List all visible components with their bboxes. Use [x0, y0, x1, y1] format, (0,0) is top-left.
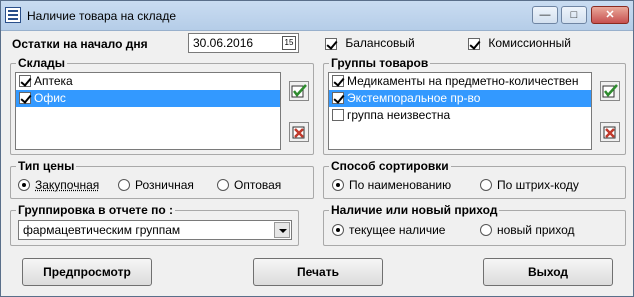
commission-checkbox-label: Комиссионный [488, 36, 571, 50]
list-window-icon [5, 7, 21, 23]
availability-option-current[interactable]: текущее наличие [332, 223, 445, 237]
list-item-label: Аптека [34, 74, 73, 88]
check-all-icon [291, 84, 307, 98]
list-item-label: группа неизвестна [347, 108, 451, 122]
radio-button[interactable] [217, 178, 229, 191]
commission-checkbox[interactable]: Комиссионный [468, 36, 571, 50]
product-groups-list[interactable]: Медикаменты на предметно-количествен Экс… [328, 72, 592, 150]
select-all-warehouses-button[interactable] [289, 81, 309, 101]
radio-button[interactable] [18, 178, 30, 191]
commission-checkbox-box[interactable] [468, 37, 480, 50]
radio-button[interactable] [332, 178, 344, 191]
list-item-label: Экстемпоральное пр-во [347, 91, 481, 105]
warehouses-group-title: Склады [16, 56, 67, 70]
radio-label: текущее наличие [349, 223, 446, 237]
grouping-select[interactable]: фармацевтическим группам [18, 220, 292, 240]
minimize-button[interactable]: — [532, 6, 558, 24]
list-item-label: Медикаменты на предметно-количествен [347, 74, 579, 88]
product-groups-group-title: Группы товаров [329, 56, 431, 70]
close-button[interactable]: ✕ [591, 6, 629, 24]
select-all-groups-button[interactable] [600, 81, 620, 101]
calendar-icon[interactable]: 15 [282, 36, 296, 50]
exit-button[interactable]: Выход [483, 258, 613, 286]
list-item[interactable]: Медикаменты на предметно-количествен [329, 73, 591, 90]
radio-label: По наименованию [349, 178, 452, 192]
warehouses-list[interactable]: Аптека Офис [15, 72, 281, 150]
list-item[interactable]: Аптека [16, 73, 280, 90]
list-item-checkbox[interactable] [332, 108, 344, 121]
window-title: Наличие товара на складе [27, 9, 177, 23]
price-type-group-title: Тип цены [16, 159, 77, 173]
clear-all-groups-button[interactable] [600, 122, 620, 142]
start-date-label: Остатки на начало дня [12, 37, 148, 51]
price-option-purchase[interactable]: Закупочная [18, 178, 99, 192]
radio-button[interactable] [118, 178, 130, 191]
title-bar[interactable]: Наличие товара на складе — □ ✕ [1, 1, 633, 31]
radio-label: новый приход [497, 223, 575, 237]
list-item[interactable]: Экстемпоральное пр-во [329, 90, 591, 107]
start-date-value: 30.06.2016 [193, 36, 254, 50]
report-dialog-window: Наличие товара на складе — □ ✕ Остатки н… [0, 0, 634, 297]
clear-all-warehouses-button[interactable] [289, 122, 309, 142]
radio-label: Оптовая [234, 178, 282, 192]
uncheck-all-icon [603, 126, 616, 139]
list-item[interactable]: группа неизвестна [329, 107, 591, 124]
price-option-retail[interactable]: Розничная [118, 178, 194, 192]
sort-option-barcode[interactable]: По штрих-коду [480, 178, 579, 192]
grouping-select-value: фармацевтическим группам [23, 223, 181, 237]
list-item[interactable]: Офис [16, 90, 280, 107]
preview-button[interactable]: Предпросмотр [22, 258, 152, 286]
radio-label: Закупочная [35, 178, 100, 192]
price-option-wholesale[interactable]: Оптовая [217, 178, 281, 192]
balance-checkbox-label: Балансовый [345, 36, 415, 50]
availability-option-new[interactable]: новый приход [480, 223, 575, 237]
maximize-button[interactable]: □ [561, 6, 587, 24]
print-button[interactable]: Печать [253, 258, 383, 286]
availability-group-title: Наличие или новый приход [329, 203, 500, 217]
grouping-group-title: Группировка в отчете по : [16, 203, 176, 217]
sort-method-group-title: Способ сортировки [329, 159, 451, 173]
sort-option-name[interactable]: По наименованию [332, 178, 451, 192]
radio-button[interactable] [480, 178, 492, 191]
radio-label: По штрих-коду [497, 178, 579, 192]
list-item-checkbox[interactable] [19, 91, 31, 104]
radio-label: Розничная [135, 178, 194, 192]
balance-checkbox-box[interactable] [325, 37, 337, 50]
uncheck-all-icon [292, 126, 305, 139]
list-item-checkbox[interactable] [332, 74, 344, 87]
check-all-icon [602, 84, 618, 98]
list-item-label: Офис [34, 91, 66, 105]
start-date-field[interactable]: 30.06.2016 15 [188, 33, 299, 53]
radio-button[interactable] [332, 223, 344, 236]
radio-button[interactable] [480, 223, 492, 236]
list-item-checkbox[interactable] [332, 91, 344, 104]
list-item-checkbox[interactable] [19, 74, 31, 87]
balance-checkbox[interactable]: Балансовый [325, 36, 415, 50]
chevron-down-icon[interactable] [274, 222, 290, 238]
